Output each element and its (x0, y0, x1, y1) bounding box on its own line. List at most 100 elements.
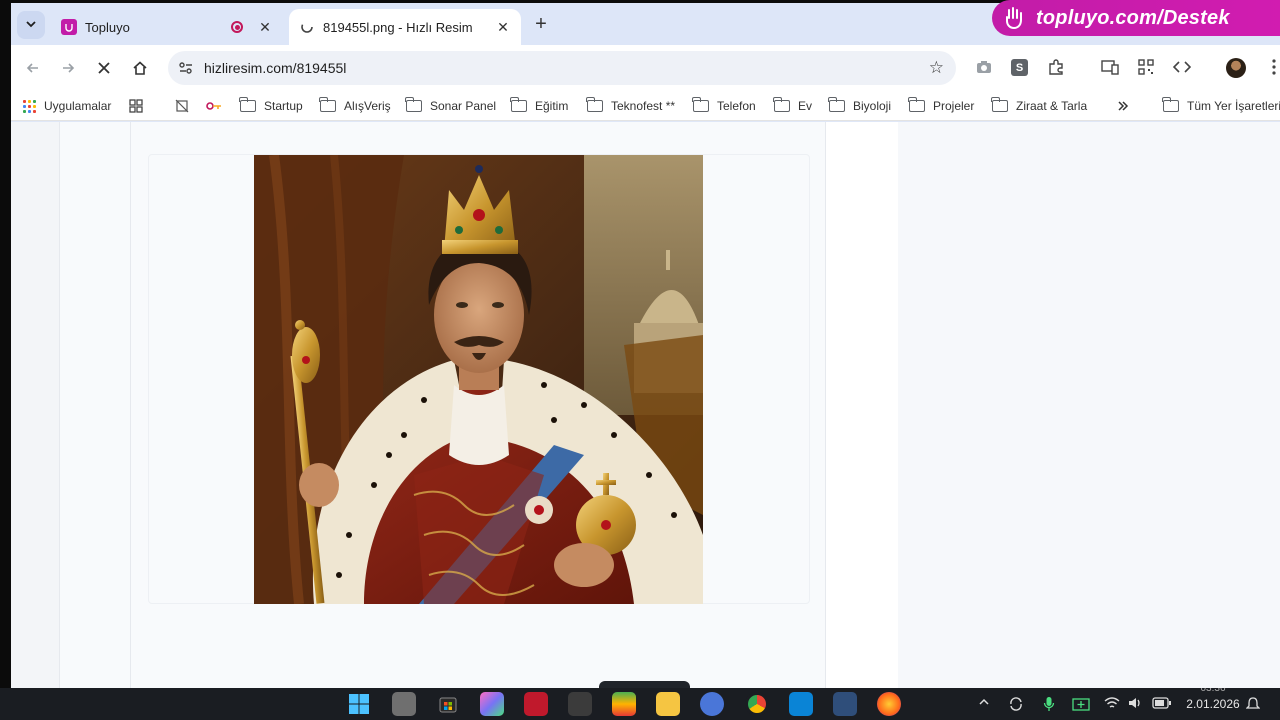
wifi-icon[interactable] (1104, 696, 1120, 713)
address-bar[interactable]: hizliresim.com/819455l ☆ (168, 51, 956, 85)
key-icon (206, 102, 221, 110)
folder-icon (239, 97, 256, 112)
folder-icon (773, 97, 790, 112)
cast-icon[interactable] (1099, 56, 1121, 78)
clock-time: 03:36 (1184, 688, 1242, 693)
bookmark-label: Eğitim (535, 99, 569, 113)
all-bookmarks-folder[interactable]: Tüm Yer İşaretleri (1162, 97, 1280, 115)
bookmark-label: Telefon (717, 99, 756, 113)
bookmark-label: Ziraat & Tarla (1016, 99, 1088, 113)
system-clock[interactable]: 03:36 2.01.2026 (1184, 688, 1242, 711)
new-tab-button[interactable]: + (529, 13, 553, 37)
brand-text: topluyo.com/Destek (1036, 6, 1230, 29)
site-info-icon[interactable] (178, 60, 194, 76)
folder-icon (405, 97, 422, 112)
app-icon[interactable] (568, 692, 592, 716)
side-area (898, 122, 1280, 688)
close-icon (98, 62, 110, 74)
page-content (11, 122, 1280, 688)
bookmark-folder[interactable]: Projeler (908, 97, 975, 115)
forward-button[interactable] (56, 56, 80, 80)
folder-icon (908, 97, 925, 112)
close-icon[interactable]: ✕ (257, 19, 273, 36)
extensions-puzzle-icon[interactable] (1045, 56, 1067, 78)
more-bookmarks-button[interactable] (1117, 97, 1129, 115)
folder-icon (828, 97, 845, 112)
stop-button[interactable] (92, 56, 116, 80)
uploaded-image[interactable] (254, 155, 703, 604)
notification-icon[interactable] (1245, 696, 1261, 715)
taskbar (0, 688, 1280, 720)
bookmark-folder[interactable]: Teknofest ** (586, 97, 675, 115)
qr-code-icon[interactable] (1135, 56, 1157, 78)
bookmark-folder[interactable]: Ziraat & Tarla (991, 97, 1088, 115)
bookmark-folder[interactable]: Eğitim (510, 97, 569, 115)
bookmark-tab-groups[interactable] (129, 97, 143, 115)
windows-start-icon[interactable] (347, 692, 371, 716)
bookmark-label: Sonar Panel (430, 99, 497, 113)
bookmark-icon-1[interactable] (175, 97, 189, 115)
bookmark-folder[interactable]: Telefon (692, 97, 756, 115)
folder-icon (586, 97, 603, 112)
bookmark-folder[interactable]: Biyoloji (828, 97, 891, 115)
clock-date: 2.01.2026 (1186, 697, 1240, 711)
file-explorer-icon[interactable] (656, 692, 680, 716)
tab-image[interactable]: 819455l.png - Hızlı Resim ✕ (289, 9, 521, 45)
tab-search-button[interactable] (17, 11, 45, 39)
bookmark-label: Projeler (933, 99, 975, 113)
chrome-icon[interactable] (745, 692, 769, 716)
folder-icon (1162, 97, 1179, 112)
app-icon[interactable] (524, 692, 548, 716)
browser-toolbar: hizliresim.com/819455l ☆ S (11, 45, 1280, 91)
camera-icon[interactable] (973, 56, 995, 78)
close-icon[interactable]: ✕ (495, 19, 511, 36)
bookmarks-bar: Uygulamalar Startup AlışVeriş Sonar Pane… (11, 91, 1280, 121)
store-icon[interactable] (436, 692, 460, 716)
bookmark-folder[interactable]: Sonar Panel (405, 97, 497, 115)
arrow-left-icon (26, 63, 38, 73)
bookmark-label: Ev (798, 99, 813, 113)
vscode-icon[interactable] (789, 692, 813, 716)
menu-icon[interactable] (1263, 56, 1280, 78)
firefox-icon[interactable] (877, 692, 901, 716)
chevron-down-icon (25, 18, 37, 33)
bookmark-apps[interactable]: Uygulamalar (23, 97, 111, 115)
hand-logo-icon (1006, 7, 1022, 30)
sync-icon[interactable] (1008, 696, 1024, 715)
microphone-icon[interactable] (1043, 696, 1055, 715)
volume-icon[interactable] (1127, 696, 1143, 713)
folder-icon (510, 97, 527, 112)
bookmark-icon-2[interactable] (206, 97, 222, 115)
code-icon[interactable] (1171, 56, 1193, 78)
chevron-up-icon[interactable] (978, 696, 990, 711)
download-app-icon[interactable] (833, 692, 857, 716)
folder-icon (692, 97, 709, 112)
copilot-icon[interactable] (480, 692, 504, 716)
app-icon[interactable] (700, 692, 724, 716)
star-icon[interactable]: ☆ (929, 58, 944, 78)
tab-title: Topluyo (85, 19, 130, 35)
bookmark-label: Startup (264, 99, 303, 113)
s-extension-icon[interactable]: S (1011, 59, 1028, 76)
bookmark-folder[interactable]: Ev (773, 97, 813, 115)
profile-avatar[interactable] (1226, 58, 1246, 78)
loading-spinner-icon (299, 19, 315, 35)
app-icon[interactable] (612, 692, 636, 716)
recording-icon (231, 21, 243, 33)
image-off-icon (175, 99, 189, 113)
home-icon (133, 61, 147, 75)
apps-grid-icon (23, 99, 36, 113)
folder-icon (991, 97, 1008, 112)
bookmark-folder[interactable]: Startup (239, 97, 303, 115)
tab-groups-icon (129, 99, 143, 113)
tab-topluyo[interactable]: Topluyo ✕ (51, 9, 283, 45)
battery-icon[interactable] (1152, 696, 1172, 713)
bookmark-folder[interactable]: AlışVeriş (319, 97, 391, 115)
screen-capture-icon[interactable] (1072, 696, 1090, 715)
home-button[interactable] (128, 56, 152, 80)
tab-title: 819455l.png - Hızlı Resim (323, 19, 473, 35)
url-text[interactable]: hizliresim.com/819455l (204, 60, 346, 76)
task-view-icon[interactable] (392, 692, 416, 716)
topluyo-favicon-icon (61, 19, 77, 35)
back-button[interactable] (21, 56, 45, 80)
